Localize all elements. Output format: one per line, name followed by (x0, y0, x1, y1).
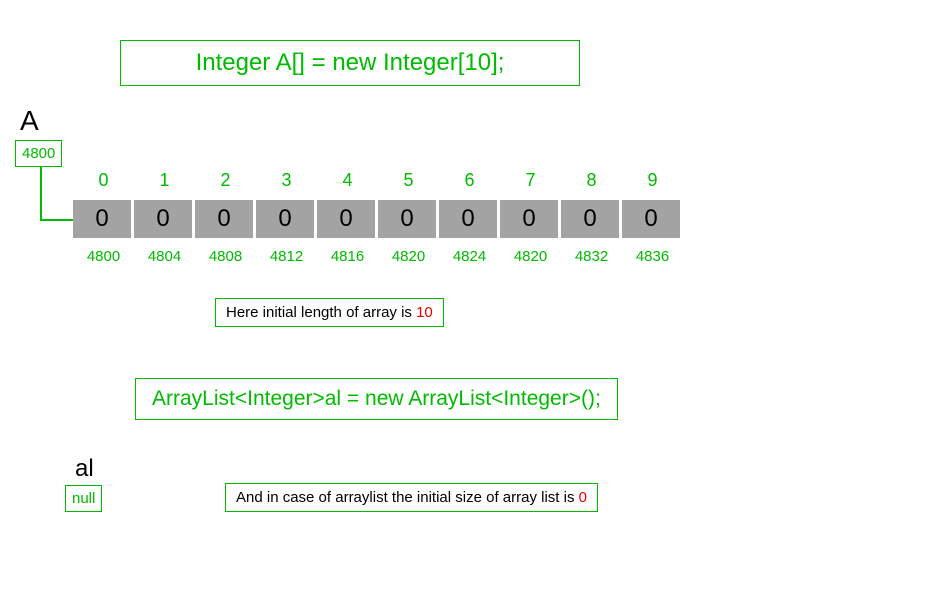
address-label: 4832 (561, 248, 622, 265)
array-cells-row: 0 0 0 0 0 0 0 0 0 0 (73, 200, 683, 238)
address-label: 4820 (378, 248, 439, 265)
note-text: And in case of arraylist the initial siz… (236, 489, 579, 506)
note-arraylist-size: And in case of arraylist the initial siz… (225, 483, 598, 512)
pointer-box-a: 4800 (15, 140, 62, 167)
address-label: 4804 (134, 248, 195, 265)
address-label: 4824 (439, 248, 500, 265)
address-label: 4808 (195, 248, 256, 265)
index-label: 9 (622, 170, 683, 191)
connector-line (40, 166, 42, 221)
note-value: 10 (416, 304, 433, 321)
note-value: 0 (579, 489, 587, 506)
index-label: 5 (378, 170, 439, 191)
connector-line (40, 219, 73, 221)
index-label: 2 (195, 170, 256, 191)
address-label: 4812 (256, 248, 317, 265)
address-row: 4800 4804 4808 4812 4816 4820 4824 4820 … (73, 248, 683, 265)
array-cell: 0 (134, 200, 192, 238)
array-cell: 0 (500, 200, 558, 238)
address-label: 4816 (317, 248, 378, 265)
array-cell: 0 (256, 200, 314, 238)
address-label: 4836 (622, 248, 683, 265)
note-text: Here initial length of array is (226, 304, 416, 321)
array-cell: 0 (378, 200, 436, 238)
code-declaration-array: Integer A[] = new Integer[10]; (120, 40, 580, 86)
index-label: 3 (256, 170, 317, 191)
note-array-length: Here initial length of array is 10 (215, 298, 444, 327)
array-cell: 0 (73, 200, 131, 238)
address-label: 4820 (500, 248, 561, 265)
code-declaration-arraylist: ArrayList<Integer>al = new ArrayList<Int… (135, 378, 618, 420)
index-label: 4 (317, 170, 378, 191)
index-label: 8 (561, 170, 622, 191)
array-cell: 0 (439, 200, 497, 238)
pointer-box-al: null (65, 485, 102, 512)
variable-label-al: al (75, 455, 94, 483)
variable-label-a: A (20, 105, 39, 137)
array-cell: 0 (195, 200, 253, 238)
index-row: 0 1 2 3 4 5 6 7 8 9 (73, 170, 683, 191)
address-label: 4800 (73, 248, 134, 265)
array-cell: 0 (317, 200, 375, 238)
index-label: 7 (500, 170, 561, 191)
index-label: 1 (134, 170, 195, 191)
index-label: 6 (439, 170, 500, 191)
array-cell: 0 (622, 200, 680, 238)
array-cell: 0 (561, 200, 619, 238)
index-label: 0 (73, 170, 134, 191)
